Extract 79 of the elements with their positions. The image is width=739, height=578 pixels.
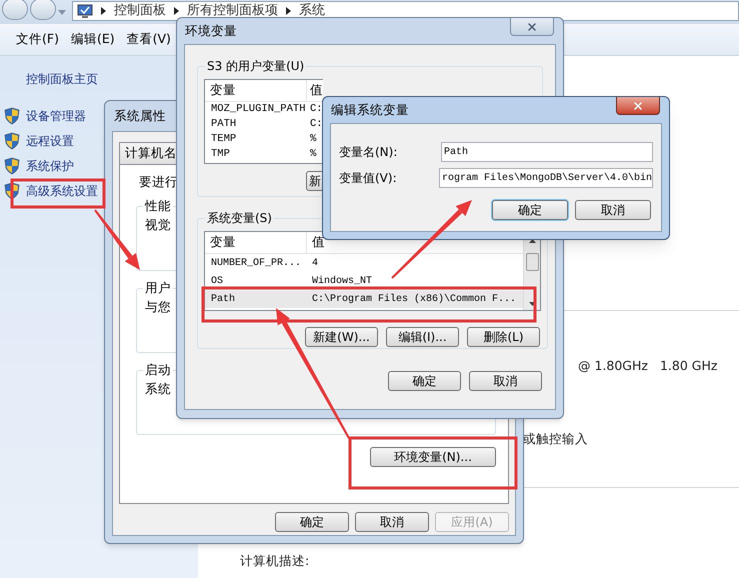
dialog-button[interactable]: 确定 xyxy=(388,371,461,391)
variable-value: C: xyxy=(309,116,323,132)
close-button[interactable] xyxy=(510,18,554,36)
variable-value: 4 xyxy=(311,256,318,270)
variable-name: NUMBER_OF_PR... xyxy=(210,256,302,270)
variable-value: % xyxy=(309,146,316,162)
sidebar-link[interactable]: 设备管理器 xyxy=(26,106,86,124)
close-button[interactable] xyxy=(616,97,660,115)
variable-name: OS xyxy=(210,274,224,288)
caret-icon xyxy=(101,7,106,15)
shield-icon xyxy=(4,182,20,200)
dialog-button[interactable]: 确定 xyxy=(275,512,349,532)
group-title: 用户 xyxy=(144,279,172,297)
list-row[interactable]: NUMBER_OF_PR... 4 xyxy=(205,254,523,272)
group-title: 性能 xyxy=(144,197,172,215)
menu-item[interactable]: 查看(V) xyxy=(126,30,171,49)
pen-touch-text: 或触控输入 xyxy=(523,430,588,446)
variable-value: C:\Program Files (x86)\Common F... xyxy=(311,292,516,306)
dialog-button[interactable]: 取消 xyxy=(469,371,542,391)
field-label: 变量名(N): xyxy=(339,144,398,161)
dialog-button[interactable]: 取消 xyxy=(355,512,429,532)
shield-icon xyxy=(4,156,20,174)
shield-icon xyxy=(4,106,20,124)
variable-name: Path xyxy=(210,292,236,306)
monitor-icon xyxy=(77,4,93,18)
variable-name: TMP xyxy=(210,146,231,162)
variable-value: C: xyxy=(309,102,323,117)
breadcrumb-item[interactable]: 系统 xyxy=(299,1,325,21)
back-button[interactable] xyxy=(2,0,28,20)
description-label: 计算机描述: xyxy=(240,552,310,568)
environment-variables-button[interactable]: 环境变量(N)... xyxy=(370,447,496,467)
list-action-button[interactable]: 删除(L) xyxy=(467,327,540,347)
processor-text: @ 1.80GHz xyxy=(578,357,648,375)
input-field[interactable]: Path xyxy=(441,142,653,162)
variable-name: MOZ_PLUGIN_PATH xyxy=(210,102,307,117)
intro-text: 要进行 xyxy=(139,173,178,191)
list-action-button[interactable]: 新建(W)... xyxy=(305,327,378,347)
close-icon xyxy=(632,100,644,112)
variable-name: PATH xyxy=(210,116,238,132)
menu-item[interactable]: 编辑(E) xyxy=(70,30,115,49)
caret-icon xyxy=(286,7,291,15)
new-button[interactable]: 新 xyxy=(306,171,322,191)
group-text: 视觉 xyxy=(145,216,171,234)
shield-icon xyxy=(4,132,20,150)
group-text: 系统 xyxy=(145,380,171,398)
scroll-down-icon[interactable] xyxy=(528,302,536,306)
column-header: 值 xyxy=(309,81,323,100)
breadcrumb-item[interactable]: 控制面板 xyxy=(114,1,166,21)
list-action-button[interactable]: 编辑(I)... xyxy=(386,327,459,347)
sidebar-link[interactable]: 系统保护 xyxy=(26,156,74,174)
sidebar-link[interactable]: 高级系统设置 xyxy=(26,182,98,200)
forward-button[interactable] xyxy=(30,0,56,20)
input-field[interactable]: rogram Files\MongoDB\Server\4.0\bin xyxy=(438,168,653,188)
arrow xyxy=(94,209,140,270)
dialog-button[interactable]: 确定 xyxy=(492,200,568,220)
menu-item[interactable]: 文件(F) xyxy=(16,30,59,49)
list-row[interactable]: OS Windows_NT xyxy=(205,272,523,290)
variable-value: % xyxy=(309,132,316,147)
column-header: 值 xyxy=(311,233,325,252)
field-label: 变量值(V): xyxy=(339,170,398,187)
sidebar-link[interactable]: 远程设置 xyxy=(26,132,74,150)
variable-name: TEMP xyxy=(210,132,238,147)
list-row[interactable]: Path C:\Program Files (x86)\Common F... xyxy=(205,290,523,308)
scroll-thumb[interactable] xyxy=(526,253,538,271)
window-title: 环境变量 xyxy=(185,22,237,40)
group-text: 与您 xyxy=(145,298,171,316)
breadcrumb-item[interactable]: 所有控制面板项 xyxy=(187,1,278,21)
group-title: 启动 xyxy=(144,361,172,379)
processor-speed: 1.80 GHz xyxy=(660,357,718,375)
column-header: 变量 xyxy=(205,232,307,253)
window-title: 系统属性 xyxy=(114,106,166,125)
group-title: 系统变量(S) xyxy=(206,210,273,227)
caret-icon xyxy=(174,7,179,15)
group-title: S3 的用户变量(U) xyxy=(206,58,306,75)
column-header: 变量 xyxy=(205,80,307,101)
dialog-button[interactable]: 取消 xyxy=(575,200,651,220)
close-icon xyxy=(526,20,538,32)
window-title: 编辑系统变量 xyxy=(331,100,409,119)
variable-value: Windows_NT xyxy=(311,274,372,288)
